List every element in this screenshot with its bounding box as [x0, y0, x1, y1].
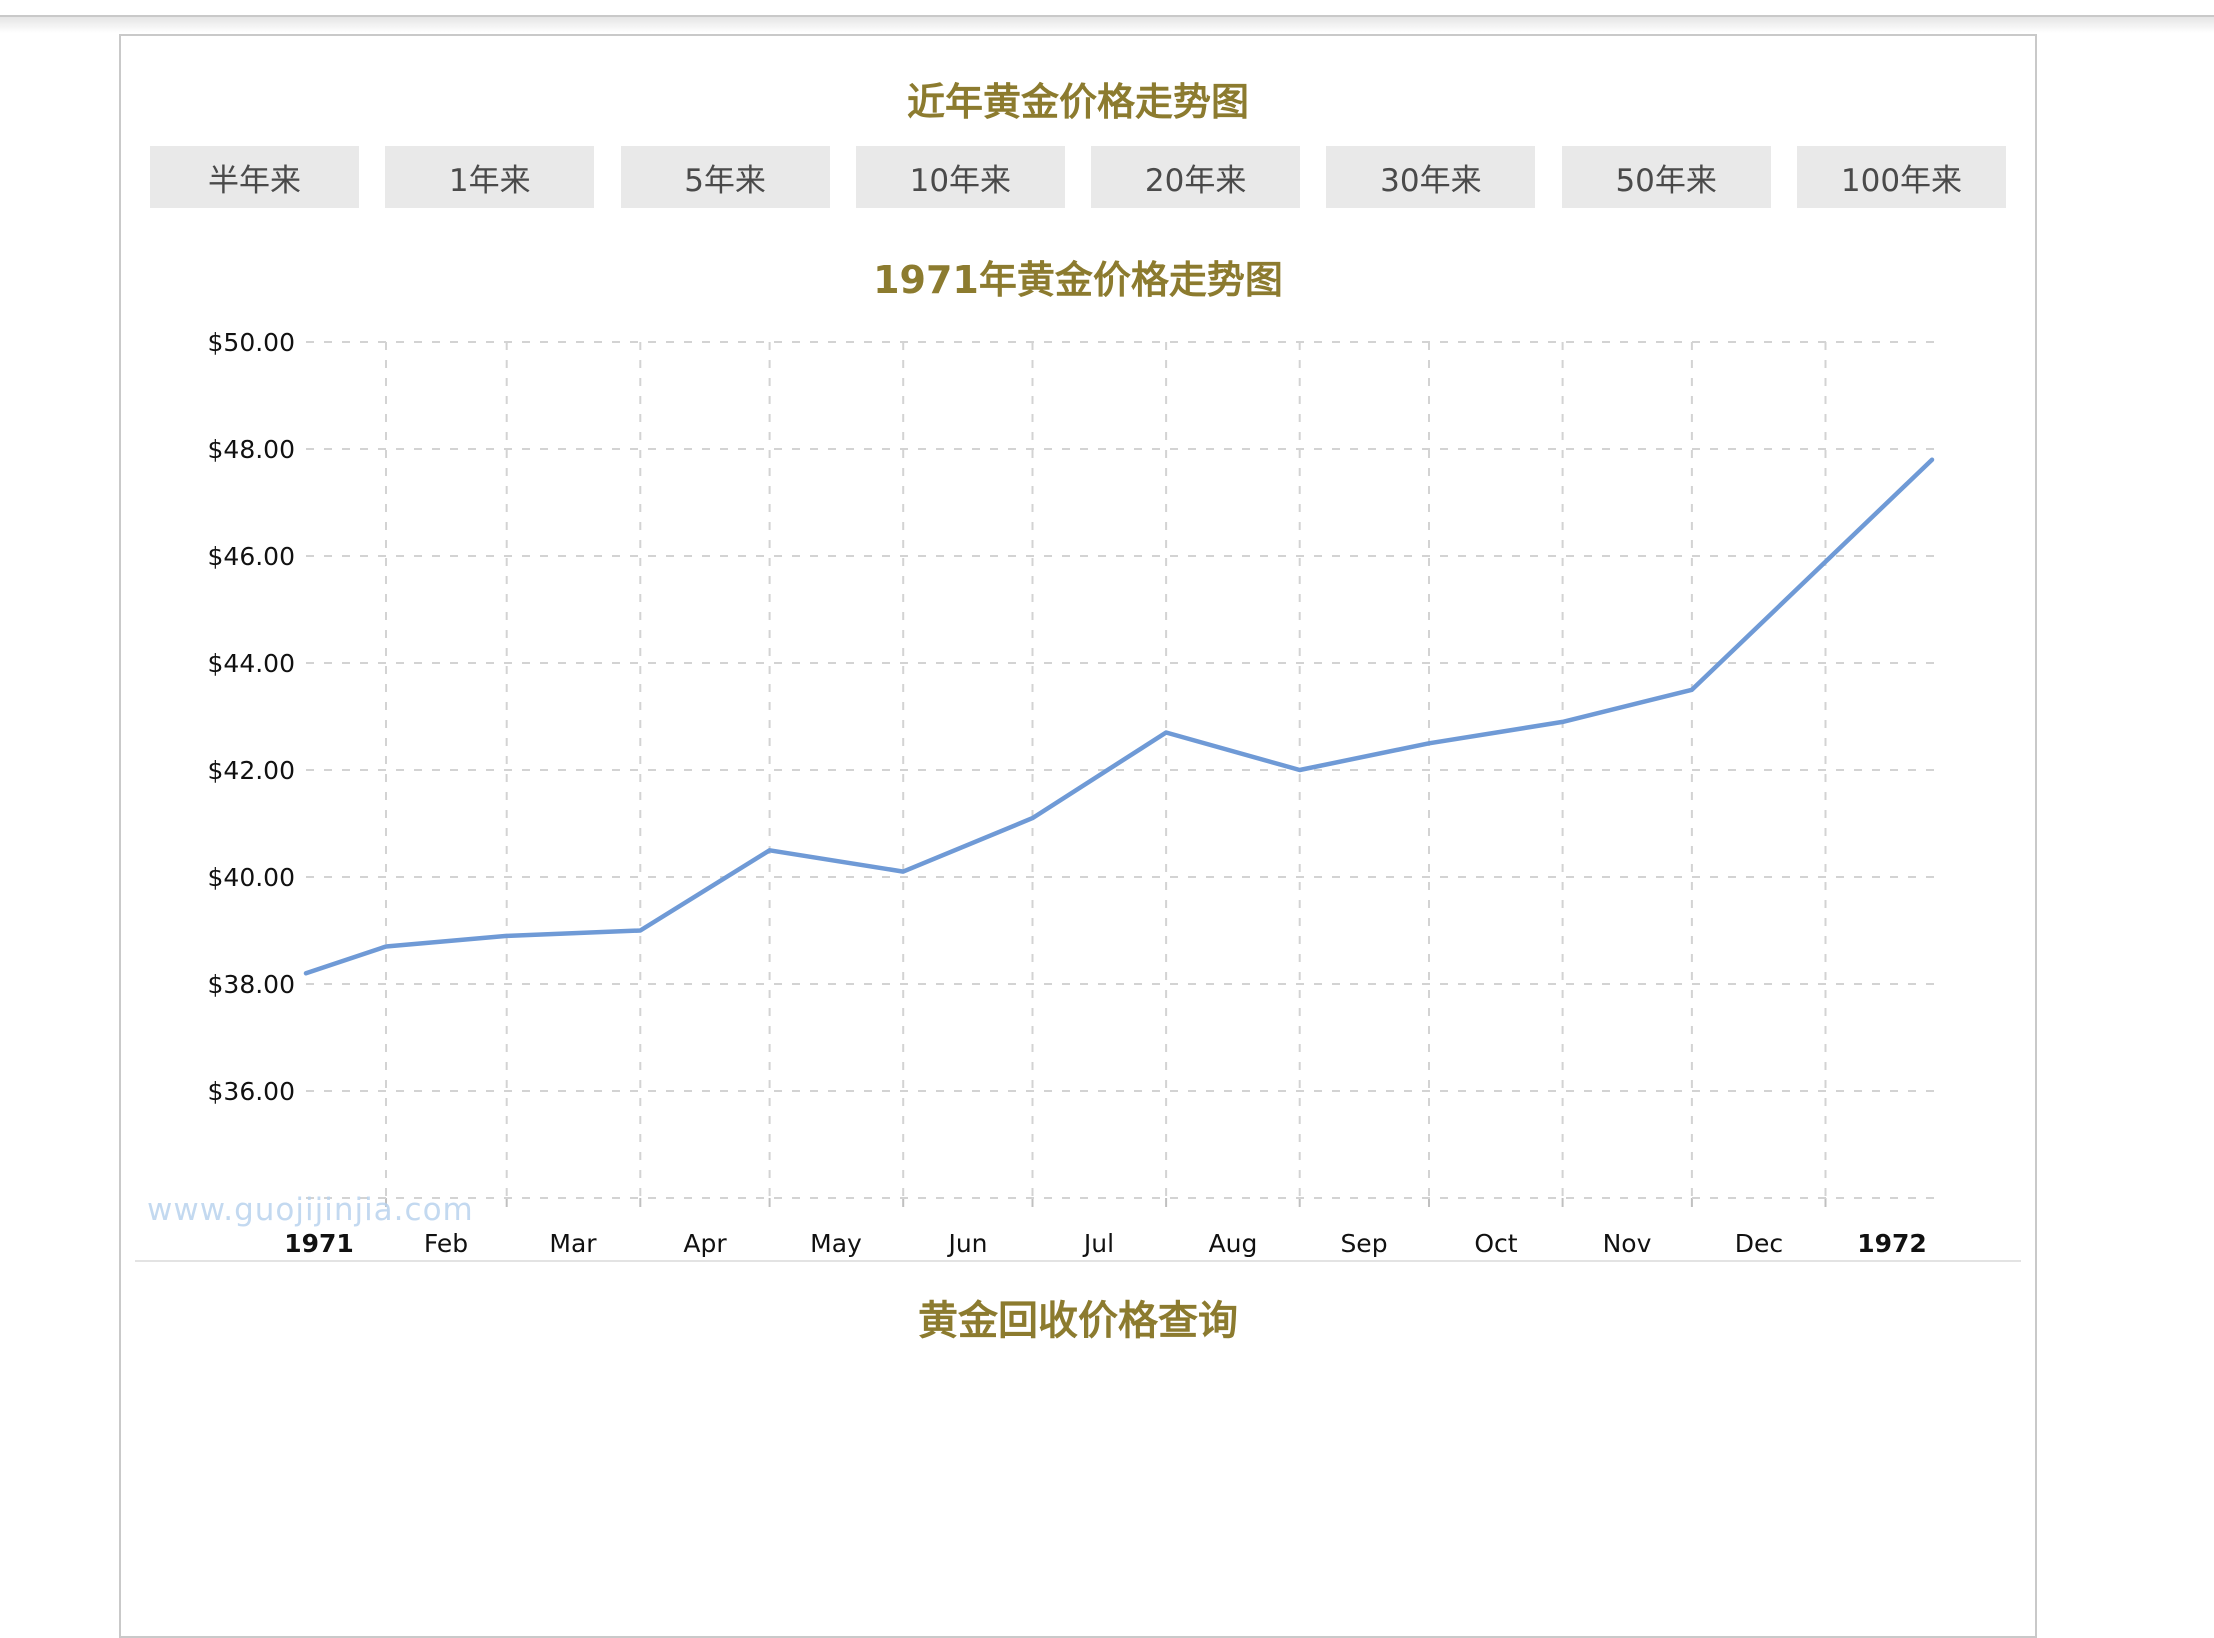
x-tick-label: Sep: [1340, 1229, 1387, 1258]
tab-half-year[interactable]: 半年来: [150, 146, 359, 208]
x-tick-label: Mar: [549, 1229, 597, 1258]
tab-10-years[interactable]: 10年来: [856, 146, 1065, 208]
x-tick-label: Aug: [1209, 1229, 1258, 1258]
line-chart: $50.00 $48.00 $46.00 $44.00 $42.00 $40.00 $38.…: [121, 320, 2035, 1260]
x-tick-label: Jul: [1082, 1229, 1114, 1258]
x-tick-label: 1972: [1857, 1229, 1927, 1258]
x-tick-label: Jun: [946, 1229, 987, 1258]
x-tick-label: 1971: [284, 1229, 354, 1258]
x-tick-label: Apr: [683, 1229, 727, 1258]
y-tick-label: $38.00: [208, 970, 295, 999]
y-tick-label: $40.00: [208, 863, 295, 892]
gold-price-line-chart: $50.00 $48.00 $46.00 $44.00 $42.00 $40.00 $38.…: [121, 320, 2035, 1260]
x-tick-label: Oct: [1474, 1229, 1517, 1258]
period-tabs: 半年来 1年来 5年来 10年来 20年来 30年来 50年来 100年来: [150, 146, 2006, 208]
y-tick-label: $50.00: [208, 328, 295, 357]
x-tick-label: Nov: [1603, 1229, 1652, 1258]
tab-100-years[interactable]: 100年来: [1797, 146, 2006, 208]
page-title: 近年黄金价格走势图: [121, 82, 2035, 122]
bottom-section-title: 黄金回收价格查询: [121, 1288, 2035, 1346]
section-divider: [135, 1260, 2021, 1262]
y-tick-label: $46.00: [208, 542, 295, 571]
tab-50-years[interactable]: 50年来: [1562, 146, 1771, 208]
x-tick-label: Feb: [424, 1229, 468, 1258]
tab-1-year[interactable]: 1年来: [385, 146, 594, 208]
gold-price-panel: 近年黄金价格走势图 半年来 1年来 5年来 10年来 20年来 30年来 50年…: [119, 34, 2037, 1638]
y-tick-label: $42.00: [208, 756, 295, 785]
x-tick-label: Dec: [1735, 1229, 1783, 1258]
chart-title: 1971年黄金价格走势图: [121, 260, 2035, 300]
y-tick-label: $48.00: [208, 435, 295, 464]
y-tick-label: $36.00: [208, 1077, 295, 1106]
tab-5-years[interactable]: 5年来: [621, 146, 830, 208]
x-tick-label: May: [810, 1229, 862, 1258]
tab-30-years[interactable]: 30年来: [1326, 146, 1535, 208]
tab-20-years[interactable]: 20年来: [1091, 146, 1300, 208]
y-tick-label: $44.00: [208, 649, 295, 678]
price-line: [306, 460, 1932, 974]
top-divider-shadow: [0, 17, 2214, 33]
